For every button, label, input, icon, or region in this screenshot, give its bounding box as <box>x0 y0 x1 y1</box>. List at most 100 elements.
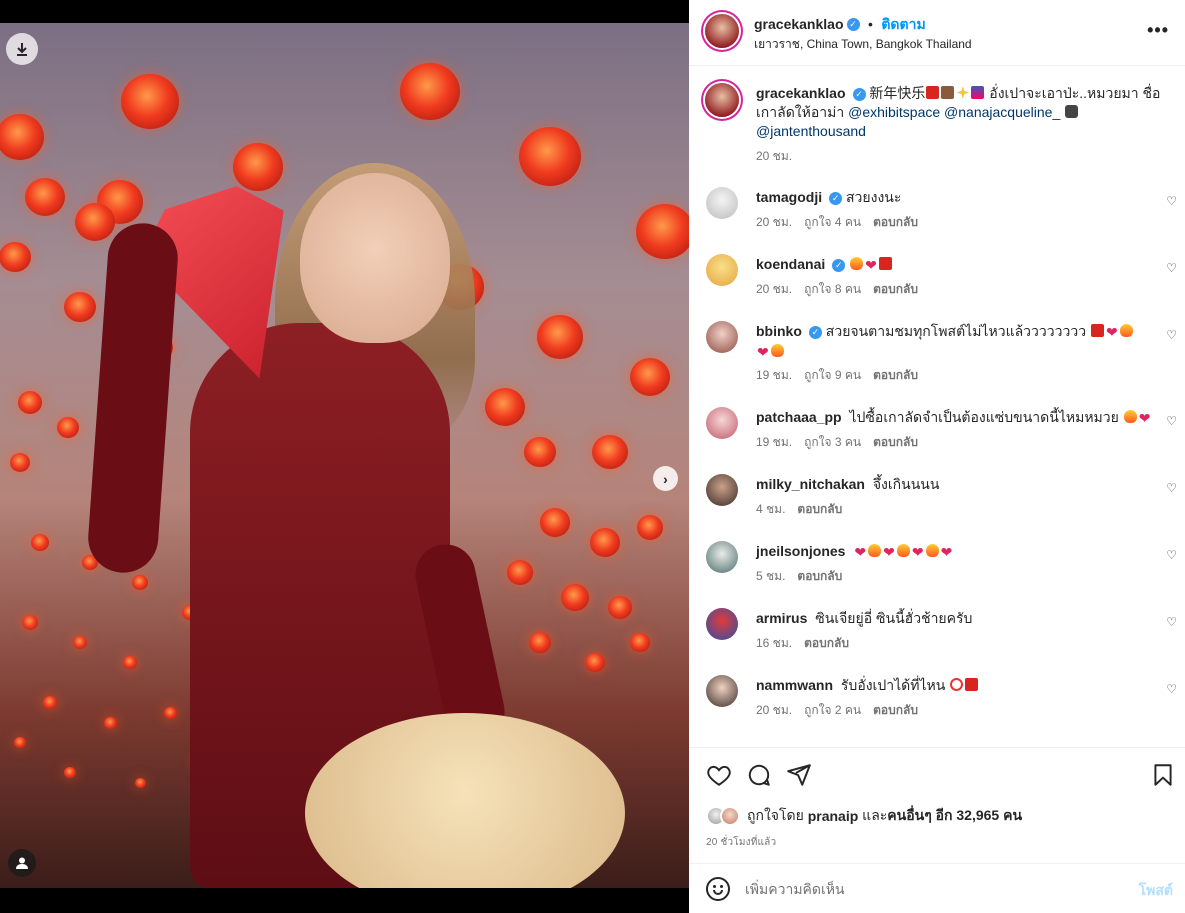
reply-button[interactable]: ตอบกลับ <box>797 502 842 516</box>
commenter-avatar[interactable] <box>706 254 738 286</box>
lantern <box>592 435 628 470</box>
comment-likes[interactable]: ถูกใจ 2 คน <box>804 703 861 717</box>
heart-icon[interactable] <box>706 762 732 788</box>
commenter-username[interactable]: nammwann <box>756 677 833 693</box>
commenter-username[interactable]: tamagodji <box>756 189 822 205</box>
lantern <box>537 315 583 359</box>
comment-heart-icon[interactable]: ♡ <box>1166 481 1177 495</box>
post-location[interactable]: เยาวราช, China Town, Bangkok Thailand <box>754 35 972 54</box>
reply-button[interactable]: ตอบกลับ <box>873 435 918 449</box>
lantern <box>132 575 148 591</box>
lantern <box>163 706 177 719</box>
lantern <box>14 737 26 749</box>
post-actions: ถูกใจโดย pranaip และ คนอื่นๆ อีก 32,965 ค… <box>689 747 1185 864</box>
photo-left-glove <box>85 220 181 576</box>
reply-button[interactable]: ตอบกลับ <box>797 569 842 583</box>
lantern <box>43 696 57 710</box>
comment-heart-icon[interactable]: ♡ <box>1166 548 1177 562</box>
separator-dot: • <box>867 16 873 32</box>
lantern <box>507 560 533 585</box>
reply-button[interactable]: ตอบกลับ <box>873 368 918 382</box>
caption-text: gracekanklao ✓ 新年快乐 อั่งเปาจะเอาป่ะ..หมวย… <box>756 84 1166 141</box>
comment-heart-icon[interactable]: ♡ <box>1166 194 1177 208</box>
lantern <box>57 417 79 438</box>
author-username[interactable]: gracekanklao <box>754 16 844 32</box>
comment-likes[interactable]: ถูกใจ 4 คน <box>804 215 861 229</box>
likes-prefix: ถูกใจโดย <box>747 807 804 823</box>
commenter-avatar[interactable] <box>706 407 738 439</box>
lantern <box>540 508 570 537</box>
more-icon[interactable]: ••• <box>1147 20 1169 41</box>
mention-link[interactable]: @nanajacqueline_ <box>944 104 1060 120</box>
likes-summary[interactable]: ถูกใจโดย pranaip และ คนอื่นๆ อีก 32,965 ค… <box>706 805 1022 827</box>
comment-text: รับอั่งเปาได้ที่ไหน <box>840 677 946 693</box>
verified-icon: ✓ <box>808 325 822 339</box>
lantern <box>31 534 49 552</box>
commenter-username[interactable]: bbinko <box>756 323 802 339</box>
comment-heart-icon[interactable]: ♡ <box>1166 682 1177 696</box>
comment-time: 16 ชม. <box>756 636 793 650</box>
post-modal: › gracekanklao ✓ • ติดตาม เยาวราช, China … <box>0 0 1185 913</box>
verified-icon: ✓ <box>846 18 860 32</box>
lantern <box>64 292 96 323</box>
comment-heart-icon[interactable]: ♡ <box>1166 328 1177 342</box>
commenter-avatar[interactable] <box>706 474 738 506</box>
lantern <box>73 636 87 650</box>
commenter-avatar[interactable] <box>706 187 738 219</box>
comment-likes[interactable]: ถูกใจ 3 คน <box>804 435 861 449</box>
comment-heart-icon[interactable]: ♡ <box>1166 261 1177 275</box>
post-comment-button[interactable]: โพสต์ <box>1139 880 1173 902</box>
reply-button[interactable]: ตอบกลับ <box>873 703 918 717</box>
commenter-username[interactable]: patchaaa_pp <box>756 409 842 425</box>
comment-icon[interactable] <box>746 762 772 788</box>
lantern <box>103 716 117 729</box>
next-arrow-icon[interactable]: › <box>653 466 678 491</box>
commenter-username[interactable]: armirus <box>756 610 807 626</box>
mention-link[interactable]: @exhibitspace <box>848 104 940 120</box>
share-icon[interactable] <box>786 762 812 788</box>
caption-avatar[interactable] <box>705 83 739 117</box>
commenter-avatar[interactable] <box>706 675 738 707</box>
post-header: gracekanklao ✓ • ติดตาม เยาวราช, China To… <box>689 0 1185 66</box>
comment-input[interactable] <box>745 877 1105 901</box>
lantern <box>585 653 605 672</box>
verified-icon: ✓ <box>832 258 846 272</box>
reply-button[interactable]: ตอบกลับ <box>804 636 849 650</box>
verified-icon: ✓ <box>829 191 843 205</box>
comment-heart-icon[interactable]: ♡ <box>1166 615 1177 629</box>
comment-likes[interactable]: ถูกใจ 9 คน <box>804 368 861 382</box>
commenter-username[interactable]: milky_nitchakan <box>756 476 865 492</box>
person-tag-icon[interactable] <box>8 849 36 877</box>
comment-time: 20 ชม. <box>756 703 793 717</box>
post-side-panel: gracekanklao ✓ • ติดตาม เยาวราช, China To… <box>689 0 1185 913</box>
liker-username[interactable]: pranaip <box>808 808 859 824</box>
likes-others[interactable]: คนอื่นๆ อีก 32,965 คน <box>887 805 1022 827</box>
post-timestamp[interactable]: 20 ชั่วโมงที่แล้ว <box>706 835 776 850</box>
lantern <box>561 584 589 611</box>
emoji-icon[interactable] <box>706 877 730 901</box>
lantern <box>123 656 137 670</box>
comment-time: 19 ชม. <box>756 435 793 449</box>
download-icon[interactable] <box>6 33 38 65</box>
author-avatar[interactable] <box>705 14 739 48</box>
commenter-username[interactable]: jneilsonjones <box>756 543 845 559</box>
comment-likes[interactable]: ถูกใจ 8 คน <box>804 282 861 296</box>
lantern <box>630 358 670 396</box>
lantern <box>608 596 632 619</box>
commenter-username[interactable]: koendanai <box>756 256 825 272</box>
lantern <box>121 74 179 130</box>
caption-username[interactable]: gracekanklao <box>756 85 846 101</box>
mention-link[interactable]: @jantenthousand <box>756 123 866 139</box>
post-photo[interactable]: › <box>0 23 689 888</box>
comment-heart-icon[interactable]: ♡ <box>1166 414 1177 428</box>
commenter-avatar[interactable] <box>706 608 738 640</box>
comments-list[interactable]: gracekanklao ✓ 新年快乐 อั่งเปาจะเอาป่ะ..หมวย… <box>689 67 1185 746</box>
photo-face <box>300 173 450 343</box>
commenter-avatar[interactable] <box>706 321 738 353</box>
comment-time: 4 ชม. <box>756 502 786 516</box>
reply-button[interactable]: ตอบกลับ <box>873 215 918 229</box>
follow-button[interactable]: ติดตาม <box>881 16 925 32</box>
reply-button[interactable]: ตอบกลับ <box>873 282 918 296</box>
commenter-avatar[interactable] <box>706 541 738 573</box>
bookmark-icon[interactable] <box>1150 762 1176 788</box>
